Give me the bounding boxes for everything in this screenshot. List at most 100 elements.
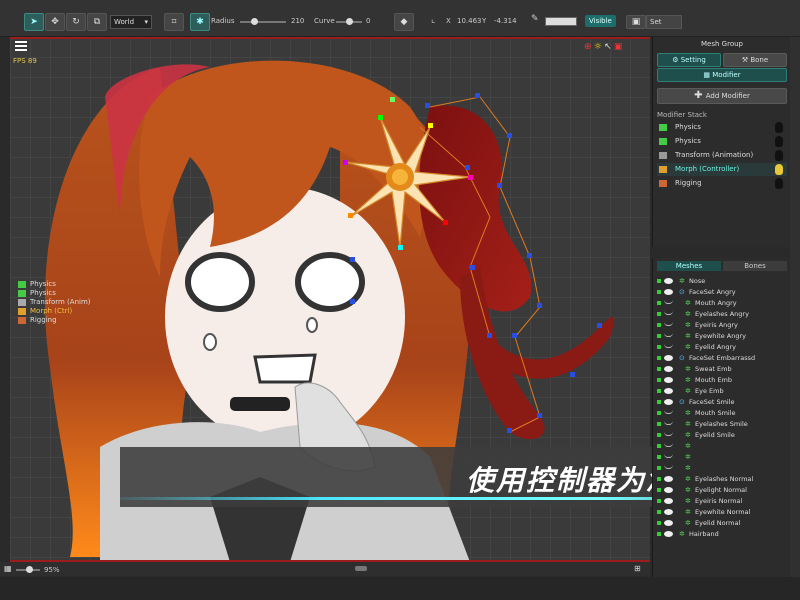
horizontal-scrollbar[interactable] [355, 566, 367, 571]
visibility-dot-icon[interactable] [657, 290, 661, 294]
tab-bones[interactable]: Bones [723, 261, 787, 271]
visibility-dot-icon[interactable] [657, 356, 661, 360]
mesh-list-item[interactable]: ✲ [655, 441, 787, 452]
curve-slider-knob[interactable] [346, 18, 353, 25]
tab-meshes[interactable]: Meshes [657, 261, 721, 271]
visibility-dot-icon[interactable] [657, 521, 661, 525]
visibility-dot-icon[interactable] [657, 312, 661, 316]
eye-icon[interactable] [664, 278, 673, 284]
rotate-tool-icon[interactable]: ↻ [66, 13, 86, 31]
mesh-list-item[interactable]: ✲ [655, 463, 787, 474]
mesh-list-item[interactable]: ✲ Mouth Angry [655, 298, 787, 309]
eye-icon[interactable] [664, 498, 673, 504]
eye-icon[interactable] [664, 333, 673, 337]
mesh-list-item[interactable]: ✲ Eyelashes Angry [655, 309, 787, 320]
eye-icon[interactable] [664, 344, 673, 348]
eye-icon[interactable] [664, 410, 673, 414]
modifier-stack-item[interactable]: Transform (Animation) [657, 149, 787, 162]
visibility-dot-icon[interactable] [657, 477, 661, 481]
bone-tab-button[interactable]: ⚒ Bone [723, 53, 787, 67]
eye-icon[interactable] [664, 366, 673, 372]
mesh-list-item[interactable]: ⊙ FaceSet Angry [655, 287, 787, 298]
visibility-dot-icon[interactable] [657, 400, 661, 404]
visibility-dot-icon[interactable] [657, 488, 661, 492]
visibility-dot-icon[interactable] [657, 532, 661, 536]
eye-icon[interactable] [664, 531, 673, 537]
visibility-dot-icon[interactable] [657, 466, 661, 470]
eye-icon[interactable] [664, 421, 673, 425]
eye-icon[interactable] [664, 509, 673, 515]
visibility-dot-icon[interactable] [657, 433, 661, 437]
mesh-list-item[interactable]: ✲ Eyewhite Angry [655, 331, 787, 342]
zoom-slider-knob[interactable] [26, 566, 33, 573]
modifier-stack-item[interactable]: Morph (Controller) [657, 163, 787, 176]
eye-icon[interactable] [664, 377, 673, 383]
select-tool-icon[interactable]: ➤ [24, 13, 44, 31]
mesh-list-item[interactable]: ✲ Sweat Emb [655, 364, 787, 375]
eye-icon[interactable] [664, 476, 673, 482]
lightbulb-toggle-icon[interactable] [775, 150, 783, 161]
mesh-list-item[interactable]: ✲ Eyeiris Angry [655, 320, 787, 331]
visibility-dot-icon[interactable] [657, 422, 661, 426]
visibility-dot-icon[interactable] [657, 455, 661, 459]
visibility-dot-icon[interactable] [657, 345, 661, 349]
mesh-list-item[interactable]: ✲ Nose [655, 276, 787, 287]
eye-icon[interactable] [664, 520, 673, 526]
world-select[interactable]: World ▾ [110, 15, 152, 29]
visibility-dot-icon[interactable] [657, 499, 661, 503]
gizmo-cursor-icon[interactable]: ↖ [604, 42, 612, 52]
zoom-slider[interactable] [16, 566, 40, 573]
mesh-list-item[interactable]: ✲ [655, 452, 787, 463]
eye-icon[interactable] [664, 289, 673, 295]
brush-edit-icon[interactable]: ✱ [190, 13, 210, 31]
visibility-dot-icon[interactable] [657, 411, 661, 415]
visibility-dot-icon[interactable] [657, 510, 661, 514]
curve-slider[interactable] [336, 18, 362, 25]
eye-icon[interactable] [664, 311, 673, 315]
eye-icon[interactable] [664, 432, 673, 436]
modifier-stack-item[interactable]: Physics [657, 121, 787, 134]
mesh-list-item[interactable]: ✲ Mouth Emb [655, 375, 787, 386]
eye-icon[interactable] [664, 300, 673, 304]
mesh-list-item[interactable]: ✲ Eyelid Normal [655, 518, 787, 529]
visible-button[interactable]: Visible [585, 15, 616, 27]
lightbulb-toggle-icon[interactable] [775, 164, 783, 175]
visibility-dot-icon[interactable] [657, 444, 661, 448]
mesh-list-item[interactable]: ⊙ FaceSet Embarrassd [655, 353, 787, 364]
camera-icon[interactable]: ▣ [626, 15, 646, 29]
viewport-modifier-item[interactable]: Physics [18, 280, 56, 288]
fit-view-icon[interactable]: ⊞ [634, 564, 641, 573]
viewport-modifier-item[interactable]: Physics [18, 289, 56, 297]
visibility-dot-icon[interactable] [657, 279, 661, 283]
mesh-list-item[interactable]: ✲ Eyelid Smile [655, 430, 787, 441]
setting-tab-button[interactable]: ⚙ Setting [657, 53, 721, 67]
gizmo-light-icon[interactable]: ☼ [594, 42, 602, 52]
modifier-tab-button[interactable]: ▦ Modifier [657, 68, 787, 82]
set-button[interactable]: Set [646, 15, 682, 29]
modifier-stack-item[interactable]: Physics [657, 135, 787, 148]
eye-icon[interactable] [664, 388, 673, 394]
scale-tool-icon[interactable]: ⧉ [87, 13, 107, 31]
mesh-list-item[interactable]: ✲ Eye Emb [655, 386, 787, 397]
visibility-dot-icon[interactable] [657, 323, 661, 327]
opacity-drop-icon[interactable]: ◆ [394, 13, 414, 31]
eye-icon[interactable] [664, 487, 673, 493]
gizmo-axis-icon[interactable]: ⊕ [584, 42, 592, 52]
radius-slider-knob[interactable] [251, 18, 258, 25]
lightbulb-toggle-icon[interactable] [775, 178, 783, 189]
visibility-dot-icon[interactable] [657, 367, 661, 371]
eye-icon[interactable] [664, 454, 673, 458]
lightbulb-toggle-icon[interactable] [775, 136, 783, 147]
modifier-stack-item[interactable]: Rigging [657, 177, 787, 190]
visibility-dot-icon[interactable] [657, 334, 661, 338]
color-swatch[interactable] [545, 17, 577, 26]
mesh-list-item[interactable]: ✲ Eyelashes Normal [655, 474, 787, 485]
viewport-modifier-item[interactable]: Rigging [18, 316, 57, 324]
mesh-list-item[interactable]: ✲ Hairband [655, 529, 787, 540]
eye-icon[interactable] [664, 399, 673, 405]
visibility-dot-icon[interactable] [657, 378, 661, 382]
mesh-list-item[interactable]: ✲ Eyelashes Smile [655, 419, 787, 430]
grid-icon[interactable]: ▦ [4, 564, 12, 573]
mesh-list-item[interactable]: ✲ Eyelid Angry [655, 342, 787, 353]
eye-icon[interactable] [664, 322, 673, 326]
